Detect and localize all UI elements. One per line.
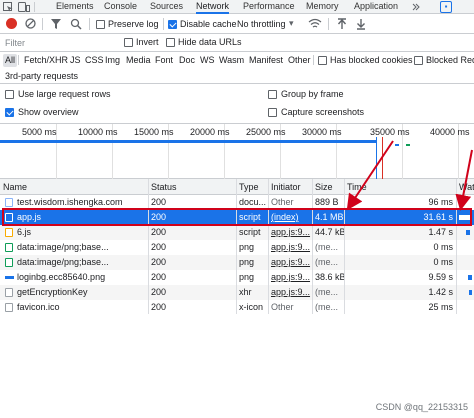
annotation-arrows	[346, 140, 473, 211]
annotation-arrow	[455, 149, 473, 211]
annotation-arrow	[346, 140, 394, 211]
